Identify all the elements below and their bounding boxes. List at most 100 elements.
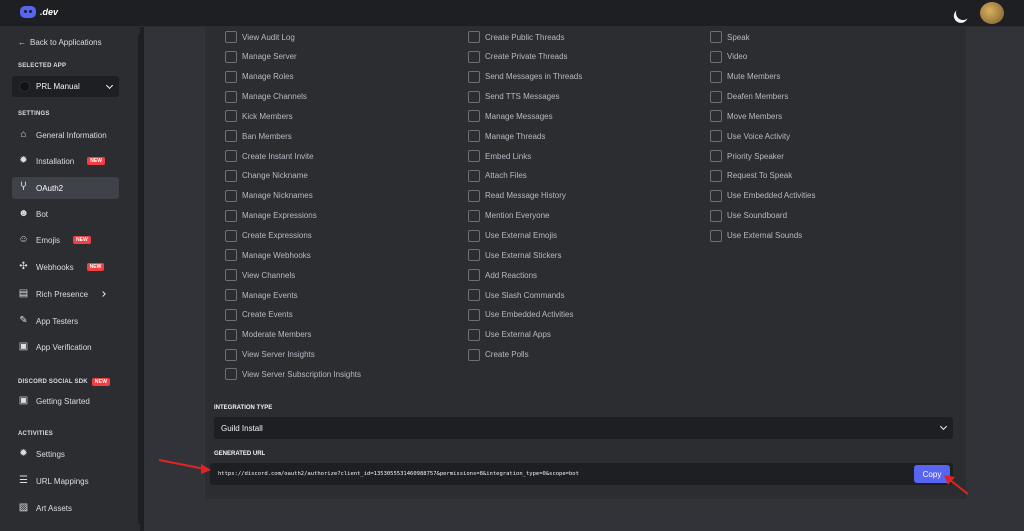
permission-checkbox-view-channels[interactable]: View Channels: [225, 269, 295, 282]
permission-checkbox-move-members[interactable]: Move Members: [710, 110, 782, 123]
checkbox[interactable]: [468, 90, 480, 103]
permission-checkbox-use-slash-commands[interactable]: Use Slash Commands: [468, 289, 565, 302]
checkbox[interactable]: [710, 31, 722, 43]
checkbox[interactable]: [225, 50, 237, 63]
permission-checkbox-manage-threads[interactable]: Manage Threads: [468, 130, 545, 143]
permission-checkbox-use-external-emojis[interactable]: Use External Emojis: [468, 229, 557, 242]
permission-checkbox-send-tts-messages[interactable]: Send TTS Messages: [468, 90, 560, 103]
checkbox[interactable]: [468, 189, 480, 202]
permission-checkbox-send-messages-in-threads[interactable]: Send Messages in Threads: [468, 70, 582, 83]
permission-checkbox-create-events[interactable]: Create Events: [225, 308, 293, 321]
permission-checkbox-read-message-history[interactable]: Read Message History: [468, 189, 566, 202]
checkbox[interactable]: [225, 130, 237, 143]
sidebar-item-url-mappings[interactable]: ☰ URL Mappings: [12, 470, 119, 492]
sidebar-item-bot[interactable]: ☻ Bot: [12, 203, 119, 225]
permission-checkbox-use-embedded-activities[interactable]: Use Embedded Activities: [468, 308, 574, 321]
permission-checkbox-create-private-threads[interactable]: Create Private Threads: [468, 50, 568, 63]
permission-checkbox-view-server-insights[interactable]: View Server Insights: [225, 348, 315, 361]
permission-checkbox-deafen-members[interactable]: Deafen Members: [710, 90, 788, 103]
checkbox[interactable]: [710, 110, 722, 123]
checkbox[interactable]: [225, 229, 237, 242]
checkbox[interactable]: [468, 110, 480, 123]
checkbox[interactable]: [710, 229, 722, 242]
permission-checkbox-create-expressions[interactable]: Create Expressions: [225, 229, 312, 242]
theme-toggle-moon-icon[interactable]: [954, 4, 972, 22]
checkbox[interactable]: [710, 90, 722, 103]
checkbox[interactable]: [468, 130, 480, 143]
permission-checkbox-moderate-members[interactable]: Moderate Members: [225, 328, 311, 341]
checkbox[interactable]: [468, 249, 480, 262]
permission-checkbox-add-reactions[interactable]: Add Reactions: [468, 269, 537, 282]
permission-checkbox-manage-server[interactable]: Manage Server: [225, 50, 297, 63]
checkbox[interactable]: [225, 110, 237, 123]
discord-dev-logo[interactable]: .dev: [20, 6, 58, 18]
checkbox[interactable]: [710, 189, 722, 202]
permission-checkbox-manage-webhooks[interactable]: Manage Webhooks: [225, 249, 311, 262]
permission-checkbox-kick-members[interactable]: Kick Members: [225, 110, 293, 123]
permission-checkbox-use-soundboard[interactable]: Use Soundboard: [710, 209, 787, 222]
checkbox[interactable]: [225, 70, 237, 83]
permission-checkbox-embed-links[interactable]: Embed Links: [468, 150, 531, 163]
permission-checkbox-change-nickname[interactable]: Change Nickname: [225, 169, 308, 182]
checkbox[interactable]: [710, 70, 722, 83]
sidebar-scrollbar[interactable]: [138, 34, 142, 524]
checkbox[interactable]: [468, 229, 480, 242]
checkbox[interactable]: [468, 289, 480, 302]
checkbox[interactable]: [225, 90, 237, 103]
sidebar-item-app-testers[interactable]: ✎ App Testers: [12, 310, 119, 332]
permission-checkbox-view-server-subscription-insights[interactable]: View Server Subscription Insights: [225, 368, 361, 381]
permission-checkbox-manage-roles[interactable]: Manage Roles: [225, 70, 294, 83]
checkbox[interactable]: [225, 308, 237, 321]
permission-checkbox-request-to-speak[interactable]: Request To Speak: [710, 169, 792, 182]
checkbox[interactable]: [225, 31, 237, 43]
permission-checkbox-manage-nicknames[interactable]: Manage Nicknames: [225, 189, 313, 202]
checkbox[interactable]: [225, 348, 237, 361]
permission-checkbox-use-voice-activity[interactable]: Use Voice Activity: [710, 130, 790, 143]
checkbox[interactable]: [225, 368, 237, 381]
permission-checkbox-attach-files[interactable]: Attach Files: [468, 169, 527, 182]
checkbox[interactable]: [225, 249, 237, 262]
checkbox[interactable]: [468, 348, 480, 361]
checkbox[interactable]: [468, 70, 480, 83]
permission-checkbox-priority-speaker[interactable]: Priority Speaker: [710, 150, 784, 163]
permission-checkbox-create-instant-invite[interactable]: Create Instant Invite: [225, 150, 314, 163]
generated-url-field[interactable]: https://discord.com/oauth2/authorize?cli…: [210, 463, 953, 485]
checkbox[interactable]: [225, 328, 237, 341]
checkbox[interactable]: [225, 209, 237, 222]
permission-checkbox-use-external-sounds[interactable]: Use External Sounds: [710, 229, 802, 242]
checkbox[interactable]: [710, 209, 722, 222]
permission-checkbox-speak[interactable]: Speak: [710, 31, 750, 43]
permission-checkbox-mute-members[interactable]: Mute Members: [710, 70, 780, 83]
sidebar-item-getting-started[interactable]: ▣ Getting Started: [12, 390, 119, 412]
sidebar-item-art-assets[interactable]: ▨ Art Assets: [12, 497, 119, 519]
permission-checkbox-view-audit-log[interactable]: View Audit Log: [225, 31, 295, 43]
checkbox[interactable]: [710, 50, 722, 63]
permission-checkbox-use-external-apps[interactable]: Use External Apps: [468, 328, 551, 341]
checkbox[interactable]: [468, 209, 480, 222]
back-to-applications-link[interactable]: ← Back to Applications: [18, 38, 102, 47]
sidebar-item-emojis[interactable]: ☺ Emojis NEW: [12, 229, 119, 251]
checkbox[interactable]: [225, 150, 237, 163]
copy-button[interactable]: Copy: [914, 465, 950, 483]
checkbox[interactable]: [710, 169, 722, 182]
checkbox[interactable]: [468, 269, 480, 282]
permission-checkbox-ban-members[interactable]: Ban Members: [225, 130, 292, 143]
permission-checkbox-manage-channels[interactable]: Manage Channels: [225, 90, 307, 103]
checkbox[interactable]: [468, 50, 480, 63]
permission-checkbox-video[interactable]: Video: [710, 50, 747, 63]
checkbox[interactable]: [468, 328, 480, 341]
sidebar-item-rich-presence[interactable]: ▤ Rich Presence: [12, 283, 119, 305]
checkbox[interactable]: [225, 269, 237, 282]
app-selector[interactable]: PRL Manual: [12, 76, 119, 97]
checkbox[interactable]: [710, 130, 722, 143]
checkbox[interactable]: [225, 189, 237, 202]
checkbox[interactable]: [225, 289, 237, 302]
sidebar-item-general-information[interactable]: ⌂ General Information: [12, 124, 119, 146]
integration-type-select[interactable]: Guild Install: [214, 417, 953, 439]
checkbox[interactable]: [225, 169, 237, 182]
permission-checkbox-use-external-stickers[interactable]: Use External Stickers: [468, 249, 561, 262]
checkbox[interactable]: [710, 150, 722, 163]
sidebar-item-webhooks[interactable]: ✣ Webhooks NEW: [12, 256, 119, 278]
permission-checkbox-manage-messages[interactable]: Manage Messages: [468, 110, 553, 123]
permission-checkbox-mention-everyone[interactable]: Mention Everyone: [468, 209, 549, 222]
